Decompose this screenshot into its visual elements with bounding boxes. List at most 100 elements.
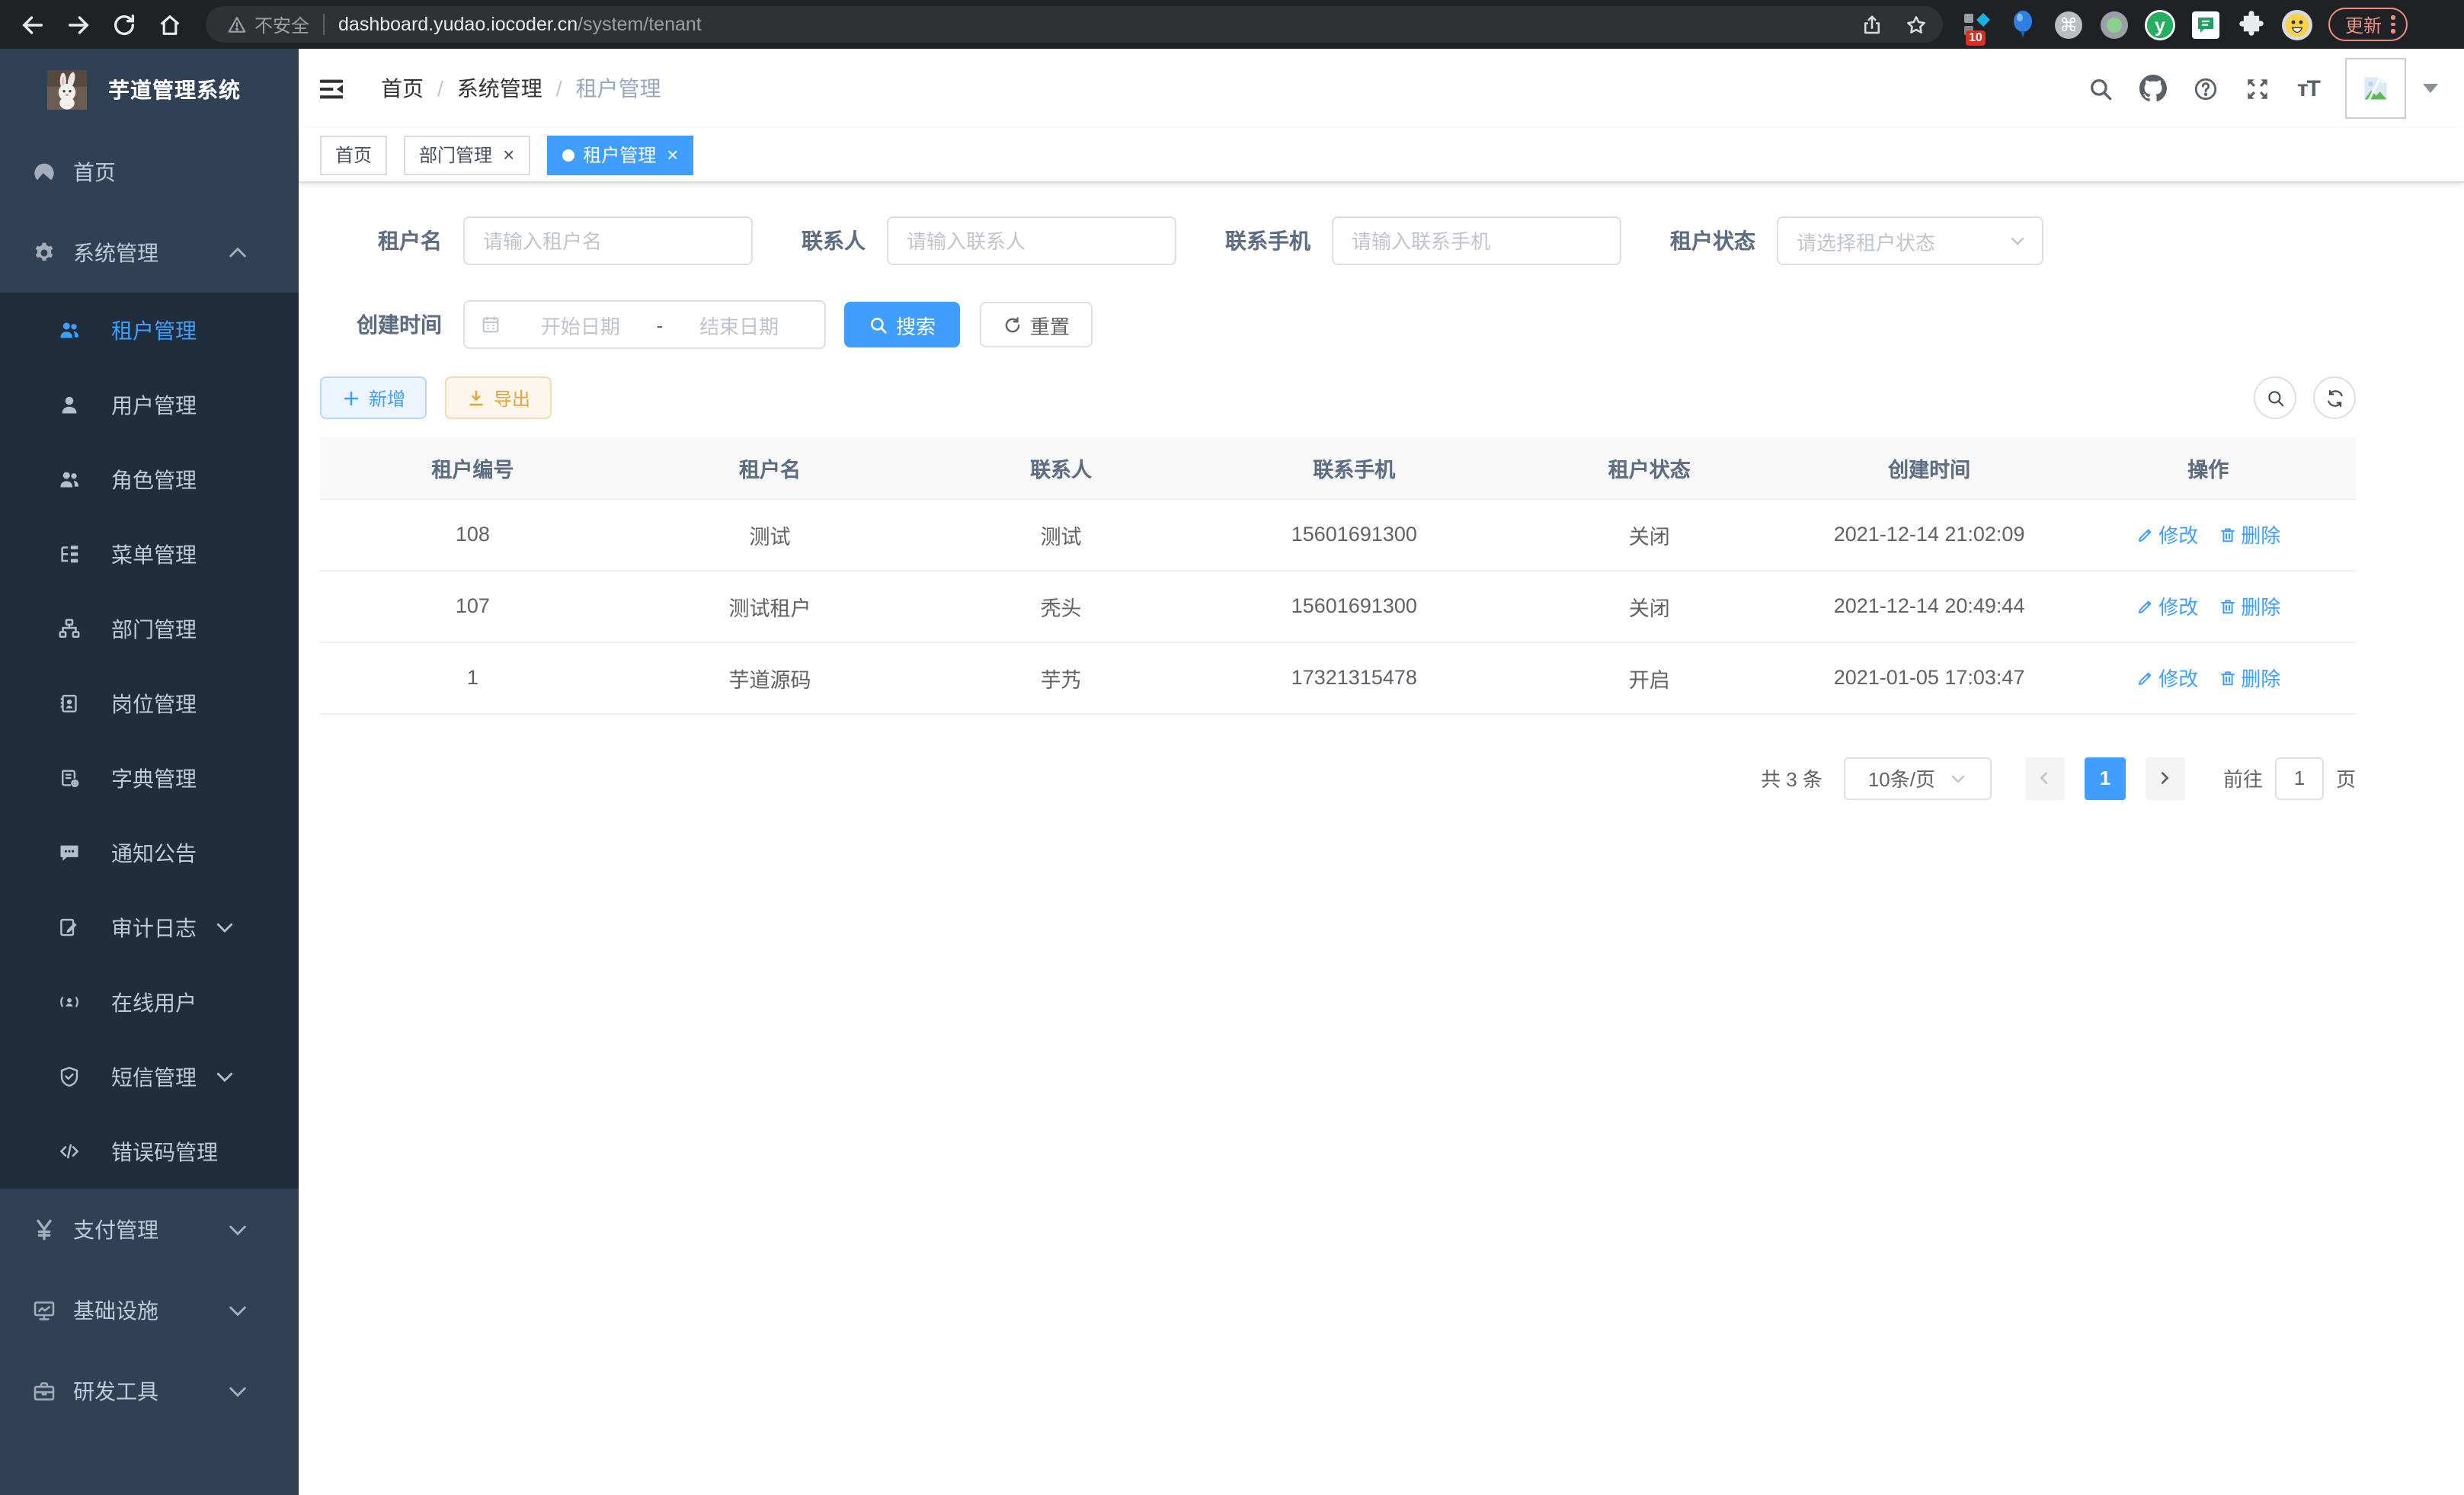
delete-link[interactable]: 删除: [2218, 663, 2280, 692]
browser-forward-icon[interactable]: [66, 11, 91, 37]
contact-input[interactable]: [887, 216, 1176, 265]
browser-back-icon[interactable]: [20, 11, 46, 37]
sidebar-item-user[interactable]: 用户管理: [0, 367, 299, 442]
browser-update-button[interactable]: 更新: [2328, 8, 2407, 41]
sidebar-item-post[interactable]: 岗位管理: [0, 666, 299, 741]
page-size-select[interactable]: 10条/页: [1844, 757, 1992, 799]
header-search-icon[interactable]: [2088, 75, 2114, 101]
sidebar-item-online-users[interactable]: 在线用户: [0, 965, 299, 1039]
current-page-button[interactable]: 1: [2085, 757, 2126, 799]
sidebar-item-label: 首页: [73, 156, 116, 187]
column-header: 租户编号: [320, 437, 626, 498]
extension-balloon-icon[interactable]: [2007, 8, 2039, 40]
sidebar-item-label: 角色管理: [111, 464, 197, 495]
delete-link[interactable]: 删除: [2218, 591, 2280, 620]
extension-chat-icon[interactable]: [2190, 8, 2222, 40]
extension-y-icon[interactable]: y: [2144, 8, 2176, 40]
tenant-status-label: 租户状态: [1661, 226, 1755, 256]
create-time-range-picker[interactable]: 开始日期 - 结束日期: [463, 300, 826, 349]
edit-link[interactable]: 修改: [2136, 520, 2198, 549]
browser-extensions-row: 10 ⌘ y: [1961, 8, 2313, 40]
cell-created: 2021-01-05 17:03:47: [1798, 642, 2061, 713]
avatar-dropdown-caret-icon[interactable]: [2423, 84, 2438, 93]
sidebar-collapse-icon[interactable]: [317, 74, 346, 103]
tenant-status-select[interactable]: 请选择租户状态: [1777, 216, 2043, 265]
browser-reload-icon[interactable]: [111, 11, 137, 37]
add-button[interactable]: 新增: [320, 376, 427, 419]
sidebar-item-system[interactable]: 系统管理: [0, 212, 299, 293]
tab-close-icon[interactable]: ×: [667, 145, 678, 165]
edit-link[interactable]: 修改: [2136, 663, 2198, 692]
refresh-table-button[interactable]: [2313, 376, 2356, 419]
browser-home-icon[interactable]: [157, 11, 183, 37]
gear-icon: [32, 240, 56, 264]
sidebar-item-tenant[interactable]: 租户管理: [0, 293, 299, 367]
avatar[interactable]: [2345, 58, 2406, 119]
sidebar-item-dept[interactable]: 部门管理: [0, 591, 299, 666]
url-path[interactable]: /system/tenant: [578, 14, 702, 35]
prev-page-button[interactable]: [2025, 757, 2065, 799]
address-bar[interactable]: 不安全 dashboard.yudao.iocoder.cn/system/te…: [206, 6, 1943, 43]
extension-record-icon[interactable]: [2098, 8, 2130, 40]
sidebar-item-dev-tools[interactable]: 研发工具: [0, 1350, 299, 1431]
chevron-down-icon: [226, 1298, 250, 1322]
sidebar-item-error-code[interactable]: 错误码管理: [0, 1114, 299, 1189]
next-page-button[interactable]: [2146, 757, 2185, 799]
extension-emoji-icon[interactable]: [2281, 8, 2313, 40]
sidebar-item-menu[interactable]: 菜单管理: [0, 517, 299, 591]
export-button[interactable]: 导出: [445, 376, 552, 419]
tab-首页[interactable]: 首页: [320, 135, 387, 174]
tab-close-icon[interactable]: ×: [503, 145, 514, 165]
sidebar-item-audit-log[interactable]: 审计日志: [0, 890, 299, 965]
sidebar-item-role[interactable]: 角色管理: [0, 442, 299, 517]
tab-label: 首页: [335, 142, 372, 168]
tab-label: 部门管理: [419, 142, 492, 168]
chevron-down-icon: [213, 916, 236, 939]
sidebar-item-payment[interactable]: 支付管理: [0, 1189, 299, 1269]
chevron-down-icon: [2008, 232, 2027, 250]
help-icon[interactable]: [2194, 75, 2219, 101]
sidebar-item-sms[interactable]: 短信管理: [0, 1039, 299, 1114]
app-header: 首页/系统管理/租户管理 ᴛT: [299, 49, 2464, 128]
security-warning-label[interactable]: 不安全: [254, 11, 309, 37]
goto-page-input[interactable]: [2275, 757, 2324, 799]
fullscreen-icon[interactable]: [2245, 75, 2271, 101]
tenant-name-input[interactable]: [463, 216, 753, 265]
tags-view-bar: 首页部门管理×租户管理×: [299, 128, 2464, 183]
column-header: 联系手机: [1208, 437, 1501, 498]
bookmark-star-icon[interactable]: [1905, 13, 1928, 36]
tab-部门管理[interactable]: 部门管理 ×: [404, 135, 530, 174]
column-header: 操作: [2060, 437, 2356, 498]
share-icon[interactable]: [1861, 13, 1883, 36]
reset-button[interactable]: 重置: [980, 302, 1093, 347]
sidebar-item-dict[interactable]: 字典管理: [0, 741, 299, 815]
mobile-input[interactable]: [1332, 216, 1621, 265]
edit-link[interactable]: 修改: [2136, 591, 2198, 620]
tab-租户管理[interactable]: 租户管理×: [546, 135, 693, 174]
sidebar-item-notice[interactable]: 通知公告: [0, 815, 299, 890]
browser-extensions-puzzle-icon[interactable]: [2235, 8, 2267, 40]
browser-toolbar: 不安全 dashboard.yudao.iocoder.cn/system/te…: [0, 0, 2464, 49]
github-icon[interactable]: [2140, 75, 2168, 102]
breadcrumb-item[interactable]: 系统管理: [457, 73, 542, 104]
show-search-toggle-button[interactable]: [2254, 376, 2296, 419]
security-warning-icon[interactable]: [227, 14, 247, 34]
sidebar-item-home[interactable]: 首页: [0, 131, 299, 212]
cell-mobile: 15601691300: [1208, 570, 1501, 642]
browser-menu-dots-icon[interactable]: [2391, 16, 2395, 34]
delete-link[interactable]: 删除: [2218, 520, 2280, 549]
font-size-icon[interactable]: ᴛT: [2297, 75, 2319, 101]
table-row: 108测试测试15601691300关闭2021-12-14 21:02:09修…: [320, 498, 2356, 570]
end-date-placeholder: 结束日期: [669, 310, 809, 339]
search-button[interactable]: 搜索: [844, 302, 960, 347]
sidebar-item-infrastructure[interactable]: 基础设施: [0, 1269, 299, 1350]
cell-name: 测试租户: [626, 570, 914, 642]
create-time-label: 创建时间: [347, 309, 442, 340]
sidebar-logo[interactable]: 芋道管理系统: [0, 49, 299, 131]
extension-command-icon[interactable]: ⌘: [2053, 8, 2085, 40]
extension-grid-diamond-icon[interactable]: 10: [1961, 8, 1993, 40]
column-header: 联系人: [914, 437, 1208, 498]
url-host[interactable]: dashboard.yudao.iocoder.cn: [338, 14, 578, 35]
breadcrumb-item[interactable]: 首页: [381, 73, 424, 104]
cell-status: 关闭: [1501, 498, 1798, 570]
